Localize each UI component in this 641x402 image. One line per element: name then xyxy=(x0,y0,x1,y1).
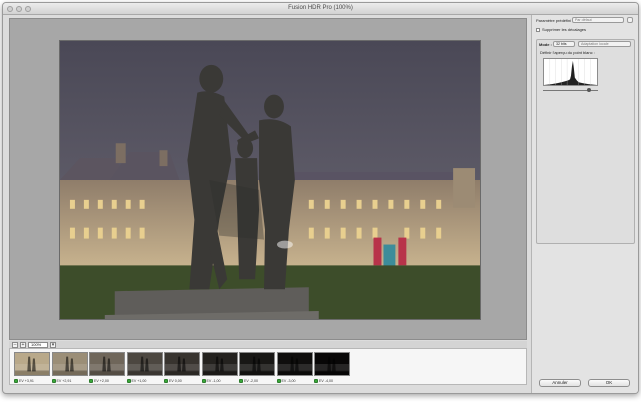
exposure-thumbnail[interactable]: EV 0,00 xyxy=(164,352,200,383)
preset-label: Paramètre prédéfini : xyxy=(536,18,574,23)
exposure-label: EV 0,00 xyxy=(169,378,182,383)
exposure-thumbnail-image xyxy=(89,352,125,376)
include-exposure-checkbox[interactable] xyxy=(14,378,18,383)
exposure-thumbnail[interactable]: EV -2,00 xyxy=(239,352,275,383)
exposure-label: EV +2,00 xyxy=(94,378,109,383)
exposure-thumbnail[interactable]: EV +1,00 xyxy=(126,352,163,383)
exposure-caption: EV 0,00 xyxy=(164,378,200,383)
hdr-pro-window: Fusion HDR Pro (100%) – + 100% ▾ EV +3,9… xyxy=(2,2,639,394)
exposure-thumbnail[interactable]: EV +3,91 xyxy=(14,352,50,383)
exposure-thumbnail[interactable]: EV -1,00 xyxy=(201,352,238,383)
exposure-thumbnail-image xyxy=(164,352,200,376)
exposure-thumbnail-image xyxy=(14,352,50,376)
exposure-label: EV -4,00 xyxy=(319,378,333,383)
exposure-thumbnail-image xyxy=(314,352,350,376)
exposure-caption: EV +3,91 xyxy=(14,378,50,383)
exposure-thumbnail-image xyxy=(276,352,313,376)
include-exposure-checkbox[interactable] xyxy=(51,378,56,383)
exposure-thumbnail-image xyxy=(239,352,275,376)
title-bar: Fusion HDR Pro (100%) xyxy=(3,3,638,15)
exposure-label: EV +1,00 xyxy=(131,378,147,383)
options-panel: Paramètre prédéfini : Par défaut Supprim… xyxy=(531,15,638,393)
exposure-thumbnail-image xyxy=(51,352,88,376)
window-title: Fusion HDR Pro (100%) xyxy=(288,5,353,11)
exposure-label: EV +3,91 xyxy=(19,378,34,383)
exposure-thumbnail[interactable]: EV -4,00 xyxy=(314,352,350,383)
include-exposure-checkbox[interactable] xyxy=(126,378,131,383)
include-exposure-checkbox[interactable] xyxy=(89,378,93,383)
source-images-strip: EV +3,91 EV +2,91 EV +2,00 EV +1,00 EV 0,00 E… xyxy=(9,348,527,385)
preset-options-button[interactable] xyxy=(627,17,633,23)
exposure-thumbnail[interactable]: EV -3,00 xyxy=(276,352,313,383)
exposure-caption: EV +2,91 xyxy=(51,378,88,383)
ok-button[interactable]: OK xyxy=(588,379,630,387)
exposure-label: EV +2,91 xyxy=(56,378,72,383)
exposure-caption: EV -4,00 xyxy=(314,378,350,383)
preview-area xyxy=(9,18,527,340)
include-exposure-checkbox[interactable] xyxy=(276,378,281,383)
zoom-menu-button[interactable]: ▾ xyxy=(50,341,56,348)
exposure-label: EV -3,00 xyxy=(281,378,296,383)
white-point-slider-knob[interactable] xyxy=(587,88,591,92)
white-point-label: Définir l'aperçu du point blanc : xyxy=(540,50,595,55)
white-point-slider[interactable] xyxy=(543,88,598,92)
remove-ghosts-checkbox[interactable] xyxy=(536,27,540,32)
cancel-button[interactable]: Annuler xyxy=(539,379,581,387)
exposure-label: EV -1,00 xyxy=(206,378,221,383)
mode-select[interactable]: 32 bits xyxy=(553,41,575,47)
preset-select[interactable]: Par défaut xyxy=(572,17,624,23)
zoom-in-button[interactable]: + xyxy=(20,341,26,348)
include-exposure-checkbox[interactable] xyxy=(201,378,206,383)
hdr-preview-image[interactable] xyxy=(59,40,481,320)
method-select[interactable]: Adaptation locale xyxy=(578,41,631,47)
exposure-thumbnail-image xyxy=(126,352,163,376)
remove-ghosts-label: Supprimer les décalages xyxy=(542,27,587,32)
exposure-caption: EV -2,00 xyxy=(239,378,275,383)
include-exposure-checkbox[interactable] xyxy=(314,378,318,383)
include-exposure-checkbox[interactable] xyxy=(164,378,168,383)
exposure-thumbnail[interactable]: EV +2,00 xyxy=(89,352,125,383)
exposure-caption: EV +1,00 xyxy=(126,378,163,383)
exposure-caption: EV -1,00 xyxy=(201,378,238,383)
white-point-histogram xyxy=(543,58,598,86)
tone-mapping-box: Mode : 32 bits Adaptation locale Définir… xyxy=(536,39,635,244)
exposure-thumbnail-image xyxy=(201,352,238,376)
mode-label: Mode : xyxy=(539,42,552,47)
zoom-select[interactable]: 100% xyxy=(28,341,48,348)
include-exposure-checkbox[interactable] xyxy=(239,378,243,383)
remove-ghosts-row: Supprimer les décalages xyxy=(536,27,586,32)
zoom-out-button[interactable]: – xyxy=(12,341,18,348)
exposure-thumbnail[interactable]: EV +2,91 xyxy=(51,352,88,383)
zoom-bar: – + 100% ▾ xyxy=(9,341,527,348)
exposure-caption: EV +2,00 xyxy=(89,378,125,383)
exposure-caption: EV -3,00 xyxy=(276,378,313,383)
exposure-label: EV -2,00 xyxy=(244,378,258,383)
